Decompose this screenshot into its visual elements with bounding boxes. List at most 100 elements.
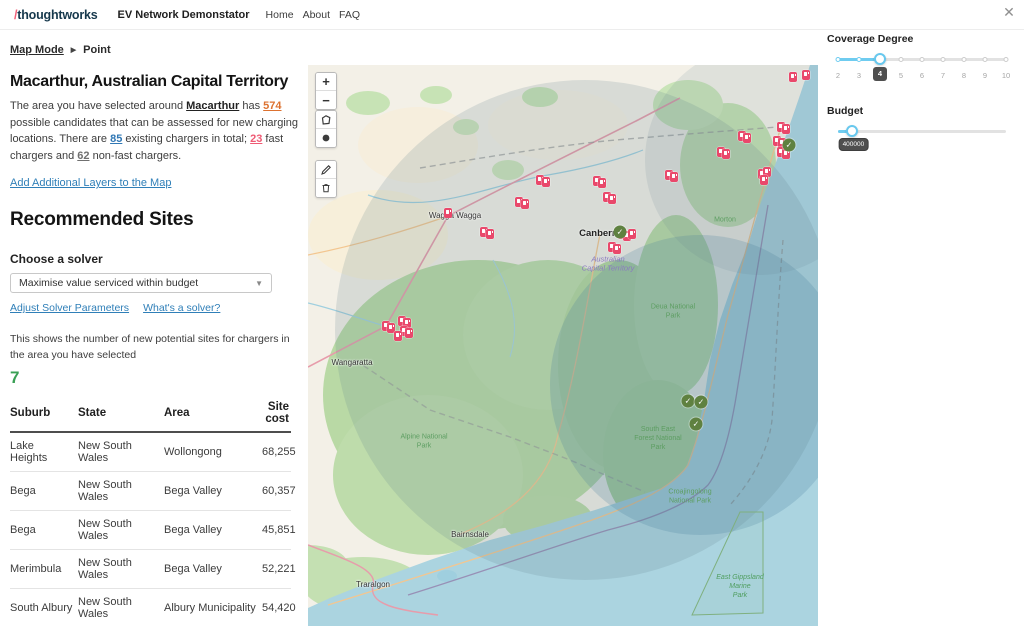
coverage-slider-thumb[interactable] [874,53,886,65]
column-header: State [78,396,164,432]
delete-layers-button[interactable] [316,179,336,197]
coverage-degree-slider: 2345678910 [838,52,1006,86]
add-layers-link[interactable]: Add Additional Layers to the Map [10,177,171,189]
slider-tick-label: 7 [941,71,945,80]
slider-tick-label: 5 [899,71,903,80]
charger-marker-icon[interactable] [802,70,810,80]
table-cell: Wollongong [164,432,262,472]
close-icon[interactable]: ✕ [1000,3,1018,21]
app-title: EV Network Demonstator [118,9,250,21]
nav-faq[interactable]: FAQ [339,9,360,21]
recommended-site-marker-icon[interactable]: ✓ [783,139,796,152]
budget-slider-thumb[interactable] [846,125,858,137]
recommended-site-marker-icon[interactable]: ✓ [614,226,627,239]
recommended-site-marker-icon[interactable]: ✓ [682,395,695,408]
charger-marker-icon[interactable] [598,178,606,188]
table-cell: New South Wales [78,588,164,626]
charger-marker-icon[interactable] [542,177,550,187]
zoom-in-button[interactable]: + [316,73,336,91]
budget-slider-track[interactable] [838,130,1006,133]
slider-stop-dot[interactable] [857,57,862,62]
slider-stop-dot[interactable] [899,57,904,62]
main-nav: Home About FAQ [266,9,360,21]
table-cell: Bega [10,510,78,549]
charger-marker-icon[interactable] [486,229,494,239]
place-name: Macarthur [186,100,239,112]
table-row[interactable]: MerimbulaNew South WalesBega Valley52,22… [10,549,291,588]
map-canvas[interactable]: + − Wagga WaggaCanberraAustralian Capita… [308,65,818,626]
info-panel: Map Mode ▶ Point Macarthur, Australian C… [0,30,308,626]
zoom-out-button[interactable]: − [316,91,336,109]
charger-marker-icon[interactable] [613,244,621,254]
column-header: Site cost [262,396,291,432]
edit-layers-button[interactable] [316,161,336,179]
solver-links: Adjust Solver Parameters What's a solver… [10,302,308,314]
solver-select[interactable]: Maximise value serviced within budget ▼ [10,273,272,293]
table-cell: Albury Municipality [164,588,262,626]
table-row[interactable]: BegaNew South WalesBega Valley60,357 [10,471,291,510]
breadcrumb-map-mode[interactable]: Map Mode [10,44,64,56]
recommended-site-marker-icon[interactable]: ✓ [695,396,708,409]
slider-stop-dot[interactable] [941,57,946,62]
charger-marker-icon[interactable] [444,208,452,218]
table-cell: 54,420 [262,588,291,626]
table-cell: New South Wales [78,549,164,588]
slider-tick-label: 8 [962,71,966,80]
table-row[interactable]: BegaNew South WalesBega Valley45,851 [10,510,291,549]
column-header: Area [164,396,262,432]
column-header: Suburb [10,396,78,432]
charger-marker-icon[interactable] [760,175,768,185]
trash-icon [320,182,332,194]
solver-selected-value: Maximise value serviced within budget [19,277,198,289]
slider-stop-dot[interactable] [962,57,967,62]
budget-value-badge: 400000 [839,138,869,151]
table-cell: Merimbula [10,549,78,588]
coverage-degree-label: Coverage Degree [827,33,1024,45]
charger-marker-icon[interactable] [394,331,402,341]
slider-tick-label: 3 [857,71,861,80]
polygon-icon [320,114,332,126]
slider-tick-label: 10 [1002,71,1010,80]
slider-stop-dot[interactable] [1004,57,1009,62]
budget-label: Budget [827,105,1024,117]
charger-marker-icon[interactable] [743,133,751,143]
nav-about[interactable]: About [303,9,330,21]
recommended-site-marker-icon[interactable]: ✓ [690,418,703,431]
table-cell: South Albury [10,588,78,626]
parameters-panel: Coverage Degree 2345678910 Budget 400000 [818,30,1024,626]
charger-marker-icon[interactable] [789,72,797,82]
charger-marker-icon[interactable] [628,229,636,239]
budget-slider: 400000 [838,124,1006,158]
charger-marker-icon[interactable] [405,328,413,338]
slider-stop-dot[interactable] [983,57,988,62]
top-bar: /thoughtworks EV Network Demonstator Hom… [0,0,1024,30]
table-row[interactable]: Lake HeightsNew South WalesWollongong68,… [10,432,291,472]
slider-stop-dot[interactable] [836,57,841,62]
solver-label: Choose a solver [10,252,308,266]
charger-marker-icon[interactable] [608,194,616,204]
coverage-value-badge: 4 [873,67,887,81]
draw-circle-button[interactable] [316,129,336,147]
charger-marker-icon[interactable] [670,172,678,182]
charger-marker-icon[interactable] [521,199,529,209]
circle-icon [320,132,332,144]
draw-polygon-button[interactable] [316,111,336,129]
charger-marker-icon[interactable] [722,149,730,159]
adjust-solver-link[interactable]: Adjust Solver Parameters [10,302,129,314]
existing-chargers-count: 85 [110,133,122,145]
thoughtworks-logo[interactable]: /thoughtworks [14,8,98,22]
table-cell: Lake Heights [10,432,78,472]
table-cell: 68,255 [262,432,291,472]
sites-description: This shows the number of new potential s… [10,331,292,364]
table-cell: Bega [10,471,78,510]
map-artwork [308,65,818,626]
site-count: 7 [10,368,308,388]
nonfast-chargers-count: 62 [77,150,89,162]
slider-stop-dot[interactable] [920,57,925,62]
sites-table-body: Lake Heights New South Wales Wollongong68,… [10,432,291,626]
sites-table-header: SuburbStateAreaSite cost [10,396,291,432]
charger-marker-icon[interactable] [782,124,790,134]
table-row[interactable]: South AlburyNew South WalesAlbury Munici… [10,588,291,626]
nav-home[interactable]: Home [266,9,294,21]
whats-a-solver-link[interactable]: What's a solver? [143,302,220,314]
